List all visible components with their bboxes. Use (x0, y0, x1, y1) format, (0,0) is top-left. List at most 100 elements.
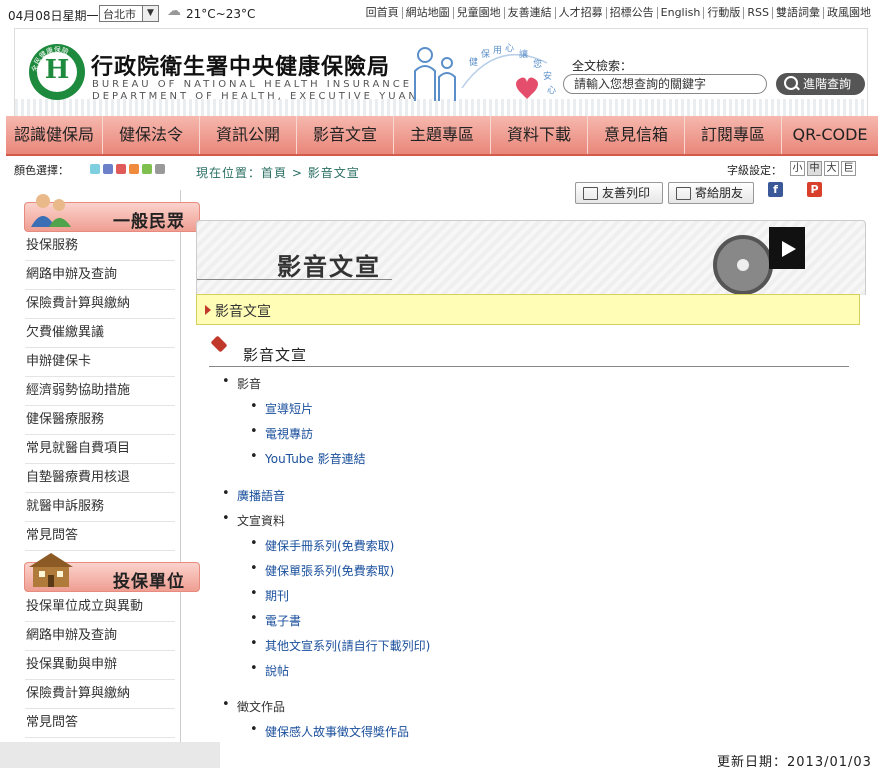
send-to-friend-button[interactable]: 寄給朋友 (668, 182, 754, 204)
font-size-xlarge[interactable]: 巨 (841, 161, 856, 176)
link-tv-interviews[interactable]: 電視專訪 (250, 424, 313, 442)
org-name: 行政院衛生署中央健康保險局 (91, 55, 391, 80)
printer-icon (583, 187, 598, 200)
link-essay-winners[interactable]: 健保感人故事徵文得獎作品 (250, 722, 409, 740)
nav-topics[interactable]: 主題專區 (394, 116, 491, 154)
send-label: 寄給朋友 (695, 186, 744, 200)
swatch-cyan[interactable] (90, 164, 100, 174)
horizontal-scrollbar[interactable] (0, 742, 220, 768)
sidebar-item-unit-apply[interactable]: 投保異動與申辦 (25, 651, 175, 680)
nav-downloads[interactable]: 資料下載 (491, 116, 588, 154)
weather-cloud-icon: ☁ (167, 3, 181, 19)
tree-item-print-materials: 文宣資料 (222, 511, 285, 529)
sidebar-head-employer[interactable]: 投保單位 (24, 553, 200, 592)
sidebar-head-employer-title: 投保單位 (113, 572, 185, 592)
sidebar-item-arrears[interactable]: 欠費催繳異議 (25, 319, 175, 348)
sidebar-item-self-pay[interactable]: 常見就醫自費項目 (25, 435, 175, 464)
link-handbooks[interactable]: 健保手冊系列(免費索取) (250, 536, 394, 554)
nav-qrcode[interactable]: QR-CODE (782, 116, 878, 154)
sidebar-item-online-apply[interactable]: 網路申辦及查詢 (25, 261, 175, 290)
tree-item-essays: 徵文作品 (222, 697, 285, 715)
sidebar-item-faq[interactable]: 常見問答 (25, 522, 175, 551)
color-swatches (90, 164, 168, 174)
top-link-home[interactable]: 回首頁 (363, 7, 402, 19)
sidebar-list-employer: 投保單位成立與異動 網路申辦及查詢 投保異動與申辦 保險費計算與繳納 常見問答 (25, 593, 175, 738)
sidebar-item-premium[interactable]: 保險費計算與繳納 (25, 290, 175, 319)
top-links: 回首頁 網站地圖 兒童園地 友善連結 人才招募 招標公告 English 行動版… (363, 7, 874, 19)
breadcrumb-sep: > (287, 166, 308, 180)
sidebar-head-public-title: 一般民眾 (113, 212, 185, 232)
link-ebooks[interactable]: 電子書 (250, 611, 301, 629)
svg-text:安: 安 (543, 70, 552, 82)
font-size-small[interactable]: 小 (790, 161, 805, 176)
org-name-en-line1: BUREAU OF NATIONAL HEALTH INSURANCE (92, 79, 413, 90)
city-select[interactable]: 台北市 ▼ (99, 5, 159, 22)
font-size-large[interactable]: 大 (824, 161, 839, 176)
nav-feedback[interactable]: 意見信箱 (588, 116, 685, 154)
sidebar-head-public[interactable]: 一般民眾 (24, 194, 200, 232)
nav-subscribe[interactable]: 訂閱專區 (685, 116, 782, 154)
sidebar-item-unit-change[interactable]: 投保單位成立與異動 (25, 593, 175, 622)
chevron-down-icon[interactable]: ▼ (142, 6, 158, 21)
top-link-ethics[interactable]: 政風園地 (823, 7, 874, 19)
link-journals[interactable]: 期刊 (250, 586, 289, 604)
site-header: 全民健康保險 行政院衛生署中央健康保險局 BUREAU OF NATIONAL … (14, 28, 868, 117)
sidebar-item-medical[interactable]: 健保醫療服務 (25, 406, 175, 435)
swatch-green[interactable] (142, 164, 152, 174)
city-select-value: 台北市 (103, 8, 136, 21)
link-radio[interactable]: 廣播語音 (222, 486, 285, 504)
sidebar-item-unit-faq[interactable]: 常見問答 (25, 709, 175, 738)
search-icon (784, 76, 798, 90)
envelope-icon (676, 187, 691, 200)
sidebar-item-card[interactable]: 申辦健保卡 (25, 348, 175, 377)
sidebar-item-unit-online[interactable]: 網路申辦及查詢 (25, 622, 175, 651)
nav-info[interactable]: 資訊公開 (200, 116, 297, 154)
top-link-kids[interactable]: 兒童園地 (452, 7, 504, 19)
link-briefs[interactable]: 說帖 (250, 661, 289, 679)
nhi-logo[interactable]: 全民健康保險 (29, 44, 85, 100)
arrow-right-icon (205, 305, 211, 315)
link-promo-videos[interactable]: 宣導短片 (250, 399, 313, 417)
sidebar-item-refund[interactable]: 自墊醫療費用核退 (25, 464, 175, 493)
breadcrumb-home[interactable]: 首頁 (261, 166, 287, 180)
plurk-icon[interactable]: P (807, 182, 822, 197)
top-link-tenders[interactable]: 招標公告 (605, 7, 657, 19)
swatch-red[interactable] (116, 164, 126, 174)
search-input[interactable]: 請輸入您想查詢的關鍵字 (563, 74, 767, 94)
top-link-rss[interactable]: RSS (743, 7, 772, 19)
swatch-orange[interactable] (129, 164, 139, 174)
font-size-medium[interactable]: 中 (807, 161, 822, 176)
link-other-materials[interactable]: 其他文宣系列(請自行下載列印) (250, 636, 430, 654)
swatch-gray[interactable] (155, 164, 165, 174)
tree-item-media: 影音 (222, 374, 261, 392)
nav-media[interactable]: 影音文宣 (297, 116, 394, 154)
sidebar-item-unit-premium[interactable]: 保險費計算與繳納 (25, 680, 175, 709)
section-title: 影音文宣 (243, 346, 308, 364)
film-reel-icon (713, 235, 773, 295)
font-size-label: 字級設定： (727, 164, 782, 177)
sidebar-item-insurance-service[interactable]: 投保服務 (25, 232, 175, 261)
sidebar: 一般民眾 投保服務 網路申辦及查詢 保險費計算與繳納 欠費催繳異議 申辦健保卡 … (14, 190, 200, 750)
top-link-english[interactable]: English (656, 7, 704, 19)
swatch-blue[interactable] (103, 164, 113, 174)
family-illustration: 健 保 用 心 讓 您 安 心 (414, 43, 556, 101)
print-button[interactable]: 友善列印 (575, 182, 663, 204)
logo-center (37, 52, 77, 92)
sidebar-item-assistance[interactable]: 經濟弱勢協助措施 (25, 377, 175, 406)
advanced-search-button[interactable]: 進階查詢 (776, 73, 865, 95)
facebook-icon[interactable]: f (768, 182, 783, 197)
top-link-friendly[interactable]: 友善連結 (503, 7, 555, 19)
top-link-mobile[interactable]: 行動版 (703, 7, 743, 19)
nav-about[interactable]: 認識健保局 (6, 116, 103, 154)
breadcrumb-current[interactable]: 影音文宣 (308, 166, 360, 180)
link-leaflets[interactable]: 健保單張系列(免費索取) (250, 561, 394, 579)
page-banner: 影音文宣 (196, 220, 866, 295)
link-youtube[interactable]: YouTube 影音連結 (250, 449, 366, 467)
print-label: 友善列印 (602, 186, 651, 200)
top-link-jobs[interactable]: 人才招募 (554, 7, 606, 19)
top-link-sitemap[interactable]: 網站地圖 (401, 7, 453, 19)
section-bar: 影音文宣 (196, 294, 860, 325)
top-link-glossary[interactable]: 雙語詞彙 (772, 7, 823, 19)
nav-laws[interactable]: 健保法令 (103, 116, 200, 154)
sidebar-item-complaint[interactable]: 就醫申訴服務 (25, 493, 175, 522)
